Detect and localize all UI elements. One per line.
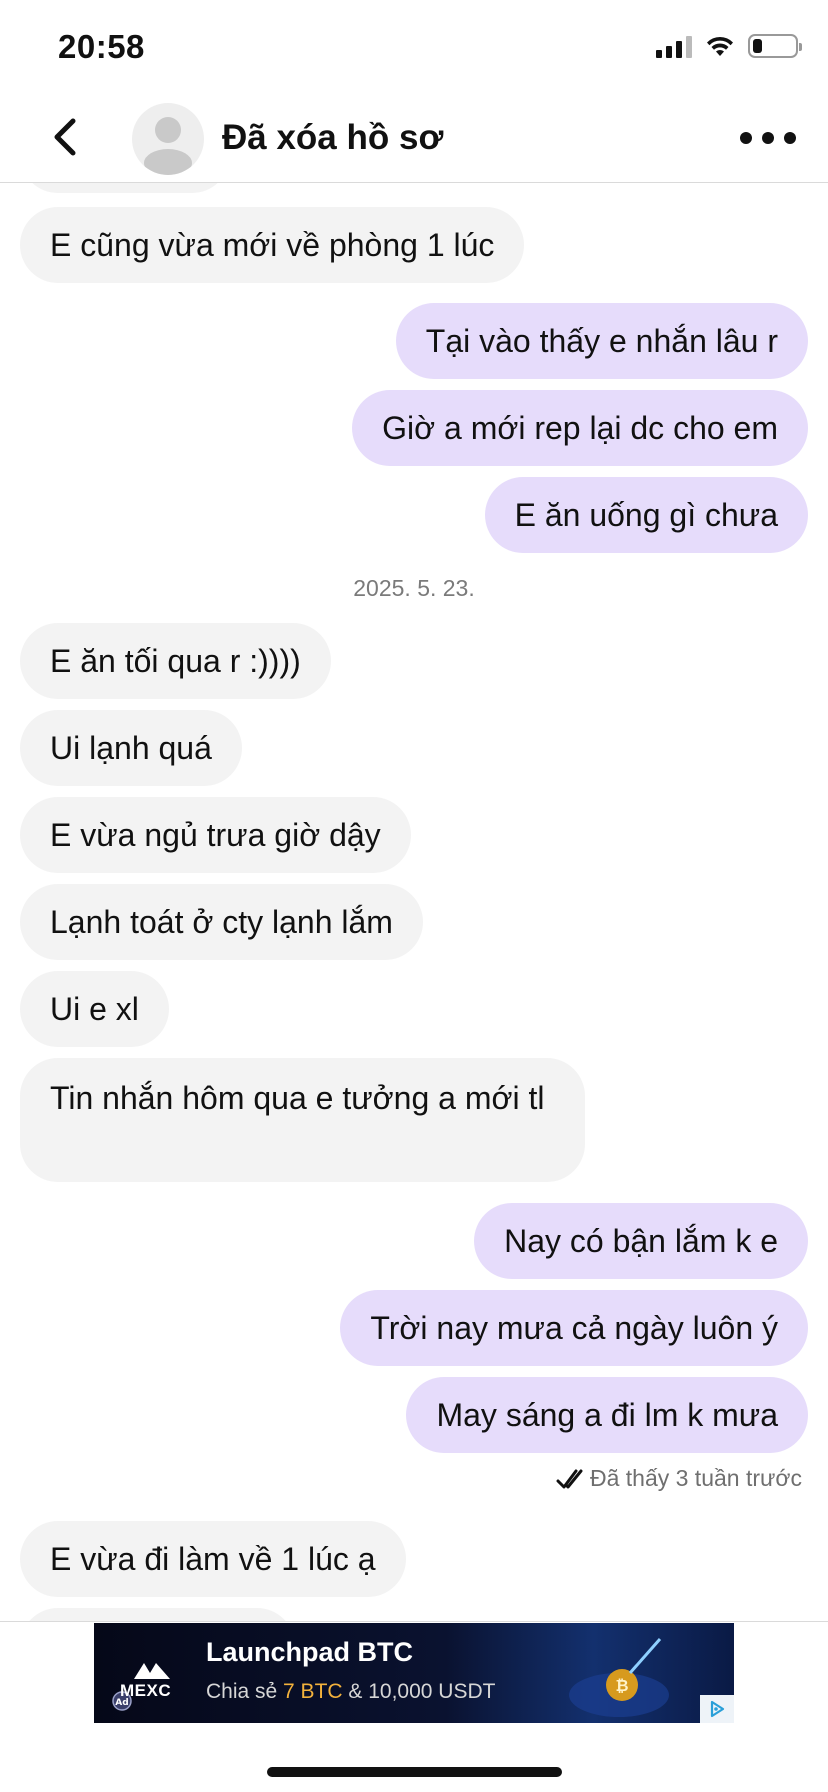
ad-title: Launchpad BTC <box>206 1637 413 1667</box>
seen-status-text: Đã thấy 3 tuần trước <box>589 1465 802 1491</box>
message-bubble-incoming[interactable]: E vừa ngủ trưa giờ dậy <box>20 797 411 873</box>
message-bubble-outgoing[interactable]: Nay có bận lắm k e <box>474 1203 808 1279</box>
message-bubble-outgoing[interactable]: Tại vào thấy e nhắn lâu r <box>395 303 808 379</box>
more-options-button[interactable] <box>740 118 796 158</box>
ad-banner[interactable]: Ad MEXC Launchpad BTC Chia sẻ 7 BTC & 10… <box>94 1623 734 1723</box>
message-bubble-outgoing[interactable]: E ăn uống gì chưa <box>484 477 808 553</box>
message-bubble-partial <box>20 1608 295 1621</box>
avatar[interactable] <box>132 103 204 175</box>
bitcoin-coin-image: ₿ <box>569 1638 669 1717</box>
seen-status: Đã thấy 3 tuần trước <box>556 1465 802 1492</box>
message-bubble-partial <box>20 183 230 193</box>
message-bubble-outgoing[interactable]: Giờ a mới rep lại dc cho em <box>352 390 808 466</box>
status-bar: 20:58 <box>0 0 828 92</box>
message-bubble-incoming[interactable]: Ui e xl <box>20 971 169 1047</box>
default-user-icon <box>144 117 192 175</box>
message-bubble-outgoing[interactable]: Trời nay mưa cả ngày luôn ý <box>340 1290 808 1366</box>
double-check-icon <box>556 1469 583 1488</box>
date-separator: 2025. 5. 23. <box>353 575 475 601</box>
wifi-icon <box>707 36 733 56</box>
ad-choices-icon[interactable] <box>700 1695 734 1723</box>
ad-subtitle: Chia sẻ 7 BTC & 10,000 USDT <box>206 1680 496 1703</box>
message-bubble-outgoing[interactable]: May sáng a đi lm k mưa <box>406 1377 808 1453</box>
profile-name[interactable]: Đã xóa hồ sơ <box>222 118 443 158</box>
battery-icon <box>748 34 802 58</box>
ad-divider <box>0 1621 828 1622</box>
message-bubble-incoming[interactable]: Tin nhắn hôm qua e tưởng a mới tl <box>20 1058 585 1182</box>
message-list[interactable]: E cũng vừa mới về phòng 1 lúc Tại vào th… <box>0 183 828 1621</box>
message-bubble-incoming[interactable]: Lạnh toát ở cty lạnh lắm <box>20 884 423 960</box>
chevron-left-icon <box>54 118 76 156</box>
message-bubble-incoming[interactable]: E ăn tối qua r :)))) <box>20 623 331 699</box>
ellipsis-icon <box>740 132 752 144</box>
message-bubble-incoming[interactable]: E vừa đi làm về 1 lúc ạ <box>20 1521 406 1597</box>
svg-text:₿: ₿ <box>615 1676 628 1695</box>
ad-brand: MEXC <box>120 1681 172 1700</box>
message-bubble-incoming[interactable]: Ui lạnh quá <box>20 710 242 786</box>
back-button[interactable] <box>40 112 90 162</box>
message-bubble-incoming[interactable]: E cũng vừa mới về phòng 1 lúc <box>20 207 525 283</box>
status-time: 20:58 <box>58 28 145 65</box>
home-indicator[interactable] <box>267 1767 562 1777</box>
status-icons <box>656 34 802 58</box>
chat-header: Đã xóa hồ sơ <box>0 92 828 183</box>
cellular-signal-icon <box>656 34 692 58</box>
